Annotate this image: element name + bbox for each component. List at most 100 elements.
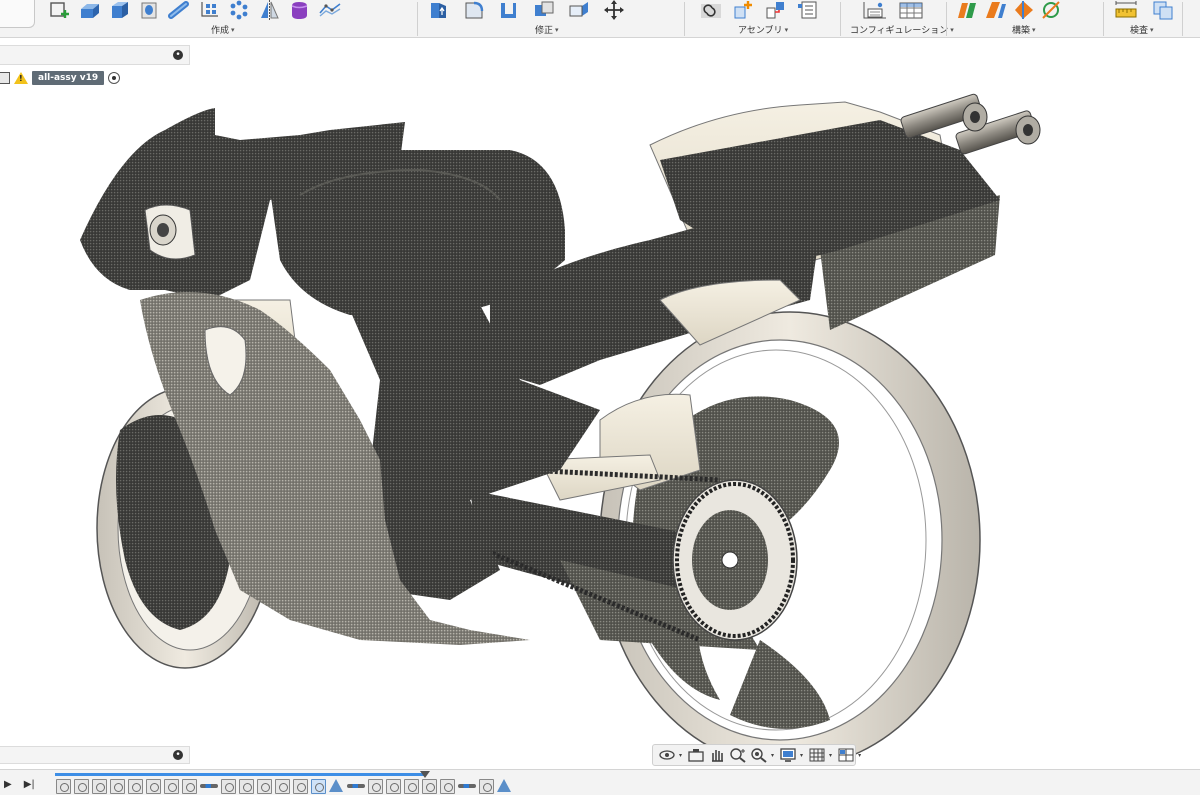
- combine-icon[interactable]: [533, 0, 555, 18]
- timeline-playback-controls: ▶ ▶|: [4, 779, 35, 790]
- timeline-construct-icon[interactable]: [497, 779, 512, 794]
- axis-icon[interactable]: [1040, 0, 1062, 19]
- measure-icon[interactable]: [1114, 0, 1137, 18]
- comments-panel-header[interactable]: •: [0, 746, 190, 764]
- pipe-icon[interactable]: [168, 0, 190, 19]
- create-label: 作成: [211, 26, 230, 36]
- replace-face-icon[interactable]: [568, 0, 590, 18]
- configuration-label: コンフィギュレーション: [850, 26, 949, 36]
- look-at-icon[interactable]: [687, 747, 705, 763]
- cylinder-hole-icon[interactable]: [138, 0, 160, 19]
- chevron-down-icon: ▾: [231, 25, 235, 34]
- modify-group: 修正 ▾: [422, 0, 684, 38]
- configure-icon[interactable]: [862, 0, 886, 19]
- document-name[interactable]: all-assy v19: [32, 71, 105, 85]
- new-component-icon[interactable]: [732, 0, 754, 19]
- box-icon[interactable]: [108, 0, 130, 18]
- mirror-icon[interactable]: [258, 0, 280, 20]
- timeline-feature-icon[interactable]: [56, 779, 71, 794]
- timeline-feature-icon[interactable]: [479, 779, 494, 794]
- ribbon-toolbar: 作成 ▾ 修正 ▾ アセンブリ ▾ コンフィギュレーション ▾ 構築 ▾ 検査 …: [0, 0, 1200, 38]
- create-menu[interactable]: 作成 ▾: [211, 23, 235, 37]
- timeline-marker-icon[interactable]: [420, 771, 430, 778]
- viewports-icon[interactable]: [837, 747, 855, 763]
- chevron-down-icon[interactable]: ▾: [858, 752, 861, 759]
- configuration-table-icon[interactable]: [898, 0, 923, 19]
- chevron-down-icon[interactable]: ▾: [771, 752, 774, 759]
- joint-icon[interactable]: [700, 0, 722, 18]
- timeline-feature-icon[interactable]: [257, 779, 272, 794]
- timeline: ▶ ▶|: [0, 769, 1200, 795]
- fillet-icon[interactable]: [463, 0, 485, 19]
- plane-at-angle-icon[interactable]: [984, 0, 1006, 18]
- fit-icon[interactable]: [750, 747, 768, 763]
- zoom-icon[interactable]: [729, 747, 747, 763]
- timeline-feature-icon[interactable]: [293, 779, 308, 794]
- construct-menu[interactable]: 構築 ▾: [1012, 23, 1036, 37]
- timeline-feature-icon[interactable]: [239, 779, 254, 794]
- timeline-feature-icon[interactable]: [440, 779, 455, 794]
- timeline-feature-icon[interactable]: [404, 779, 419, 794]
- timeline-feature-icon[interactable]: [74, 779, 89, 794]
- browser-panel-header[interactable]: •: [0, 45, 190, 65]
- timeline-feature-icon[interactable]: [311, 779, 326, 794]
- pan-icon[interactable]: [708, 747, 726, 763]
- timeline-feature-icon[interactable]: [368, 779, 383, 794]
- timeline-construct-icon[interactable]: [329, 779, 344, 794]
- timeline-feature-icon[interactable]: [182, 779, 197, 794]
- move-icon[interactable]: [603, 0, 625, 20]
- 3d-viewport[interactable]: [0, 90, 1200, 769]
- timeline-joint-icon[interactable]: [458, 779, 476, 794]
- chevron-down-icon[interactable]: ▾: [679, 752, 682, 759]
- document-icon: [0, 72, 10, 84]
- grid-settings-icon[interactable]: [808, 747, 826, 763]
- timeline-feature-icon[interactable]: [110, 779, 125, 794]
- insert-mesh-icon[interactable]: [318, 0, 341, 18]
- group-divider: [417, 2, 418, 36]
- display-settings-icon[interactable]: [779, 747, 797, 763]
- activate-target-icon[interactable]: [108, 72, 121, 84]
- new-sketch-icon[interactable]: [48, 0, 70, 18]
- document-row: ! all-assy v19: [0, 70, 121, 86]
- shell-icon[interactable]: [498, 0, 520, 18]
- quick-access-box[interactable]: [0, 0, 35, 28]
- press-pull-icon[interactable]: [428, 0, 450, 18]
- timeline-feature-icon[interactable]: [422, 779, 437, 794]
- rectangular-pattern-icon[interactable]: [198, 0, 220, 18]
- circular-pattern-icon[interactable]: [228, 0, 250, 20]
- rigid-group-icon[interactable]: [796, 0, 818, 19]
- extrude-icon[interactable]: [78, 0, 100, 18]
- midplane-icon[interactable]: [1012, 0, 1034, 19]
- group-divider: [684, 2, 685, 36]
- inspect-menu[interactable]: 検査 ▾: [1130, 23, 1154, 37]
- assemble-menu[interactable]: アセンブリ ▾: [738, 23, 788, 37]
- timeline-feature-icon[interactable]: [92, 779, 107, 794]
- chevron-down-icon[interactable]: ▾: [800, 752, 803, 759]
- as-built-joint-icon[interactable]: [764, 0, 786, 19]
- modify-menu[interactable]: 修正 ▾: [535, 23, 559, 37]
- form-icon[interactable]: [288, 0, 310, 19]
- comments-collapse-icon[interactable]: •: [173, 750, 183, 760]
- timeline-progress-bar[interactable]: [55, 773, 425, 776]
- warning-icon[interactable]: !: [14, 72, 28, 84]
- browser-collapse-icon[interactable]: •: [173, 50, 183, 60]
- motorcycle-model[interactable]: [0, 90, 1200, 769]
- timeline-joint-icon[interactable]: [347, 779, 365, 794]
- inspect-group: 検査 ▾: [1108, 0, 1200, 38]
- timeline-joint-icon[interactable]: [200, 779, 218, 794]
- construct-group: 構築 ▾: [950, 0, 1100, 38]
- offset-plane-icon[interactable]: [956, 0, 978, 18]
- timeline-feature-icon[interactable]: [386, 779, 401, 794]
- step-end-icon[interactable]: ▶|: [24, 779, 35, 790]
- timeline-feature-icon[interactable]: [128, 779, 143, 794]
- interference-icon[interactable]: [1152, 0, 1174, 20]
- timeline-feature-icon[interactable]: [275, 779, 290, 794]
- play-icon[interactable]: ▶: [4, 779, 12, 790]
- chevron-down-icon[interactable]: ▾: [829, 752, 832, 759]
- timeline-feature-icon[interactable]: [221, 779, 236, 794]
- timeline-feature-icon[interactable]: [164, 779, 179, 794]
- timeline-feature-icon[interactable]: [146, 779, 161, 794]
- orbit-icon[interactable]: [658, 747, 676, 763]
- configuration-menu[interactable]: コンフィギュレーション ▾: [850, 23, 954, 37]
- group-divider: [840, 2, 841, 36]
